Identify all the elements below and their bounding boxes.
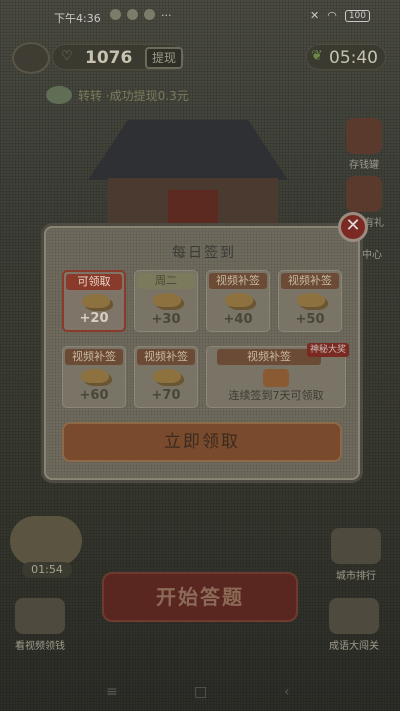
withdraw-button[interactable]: 提现 [145,47,183,69]
day-card-header: 视频补签 [209,273,267,289]
treasure-chest-icon [263,369,289,387]
gold-ingot-icon [82,294,110,308]
day-card-header: 视频补签 [217,349,321,365]
status-bar: 下午4:36 ··· ✕ ◠ 100 [0,0,400,32]
streak-note: 连续签到7天可领取 [228,389,324,402]
notification-icon [110,9,121,20]
day-card-6[interactable]: 视频补签 +70 [134,346,198,408]
gold-ingot-icon [225,293,253,307]
tree-timer: 01:54 [22,562,72,578]
day-card-reward: +20 [79,311,109,326]
top-bar: ♡ 1076 提现 ❦ 05:40 [0,40,400,76]
fan-icon [331,528,381,564]
day-card-reward: +60 [79,388,109,403]
watch-video-button[interactable]: 看视频领钱 [8,598,72,652]
gold-ingot-icon [81,369,109,383]
leaf-icon: ❦ [311,48,323,64]
gold-ingot-icon [153,369,181,383]
day-card-2[interactable]: 周二 +30 [134,270,198,332]
coin-balance: ♡ 1076 提现 [52,44,184,70]
bottom-icon-label: 看视频领钱 [15,641,65,652]
day-card-header: 视频补签 [65,349,123,365]
bird-icon [46,86,72,104]
day-card-3[interactable]: 视频补签 +40 [206,270,270,332]
day-card-header: 视频补签 [281,273,339,289]
more-notifications: ··· [161,9,172,22]
piggy-bank-button[interactable]: 存钱罐 [340,118,388,171]
day-card-header: 可领取 [66,274,122,290]
mute-icon: ✕ [309,9,320,22]
dialog-title: 每日签到 [172,245,236,261]
piggy-bank-icon [346,118,382,154]
energy-timer: ❦ 05:40 [306,44,386,70]
grand-prize-badge: 神秘大奖 [306,343,349,357]
status-right: ✕ ◠ 100 [310,9,370,22]
avatar[interactable] [12,42,50,74]
money-tree[interactable] [10,516,82,566]
game-screen: 下午4:36 ··· ✕ ◠ 100 ♡ 1076 提现 ❦ 05:40 转转 … [0,0,400,711]
menu-icon[interactable]: ≡ [106,684,118,700]
bottom-icon-label: 城市排行 [336,571,376,582]
brush-icon [329,598,379,634]
back-icon[interactable]: ‹ [284,684,290,700]
day-card-reward: +50 [295,312,325,327]
start-quiz-button[interactable]: 开始答题 [102,572,298,622]
idiom-challenge-button[interactable]: 成语大闯关 [322,598,386,652]
notification-icon [127,9,138,20]
gold-ingot-icon [153,293,181,307]
temple-door [168,190,218,228]
city-rank-button[interactable]: 城市排行 [324,528,388,582]
heart-coin-icon: ♡ [61,49,73,64]
status-time: 下午4:36 [54,12,101,25]
wifi-icon: ◠ [327,9,337,22]
claim-now-button[interactable]: 立即领取 [62,422,342,462]
timer-value: 05:40 [329,48,378,68]
day-card-reward: +40 [223,312,253,327]
temple-roof [88,120,288,180]
day-card-header: 视频补签 [137,349,195,365]
system-nav-bar: ≡ □ ‹ [0,676,400,711]
sword-icon [346,176,382,212]
notification-icons: ··· [110,9,172,22]
withdraw-ticker: 转转 ·成功提现0.3元 [46,86,189,104]
day-card-reward: +30 [151,312,181,327]
battery-icon: 100 [344,9,370,22]
day-card-header: 周二 [137,273,195,289]
day-card-5[interactable]: 视频补签 +60 [62,346,126,408]
notification-icon [144,9,155,20]
scroll-icon [15,598,65,634]
day-card-1[interactable]: 可领取 +20 [62,270,126,332]
bottom-icon-label: 成语大闯关 [329,641,379,652]
home-icon[interactable]: □ [194,684,207,700]
day-card-reward: +70 [151,388,181,403]
day-card-4[interactable]: 视频补签 +50 [278,270,342,332]
side-icon-label: 存钱罐 [349,160,379,171]
day-card-7[interactable]: 视频补签 神秘大奖 连续签到7天可领取 [206,343,349,408]
ticker-text: 转转 ·成功提现0.3元 [78,88,189,103]
close-button[interactable]: ✕ [338,212,368,242]
gold-ingot-icon [297,293,325,307]
coin-value: 1076 [85,48,133,68]
